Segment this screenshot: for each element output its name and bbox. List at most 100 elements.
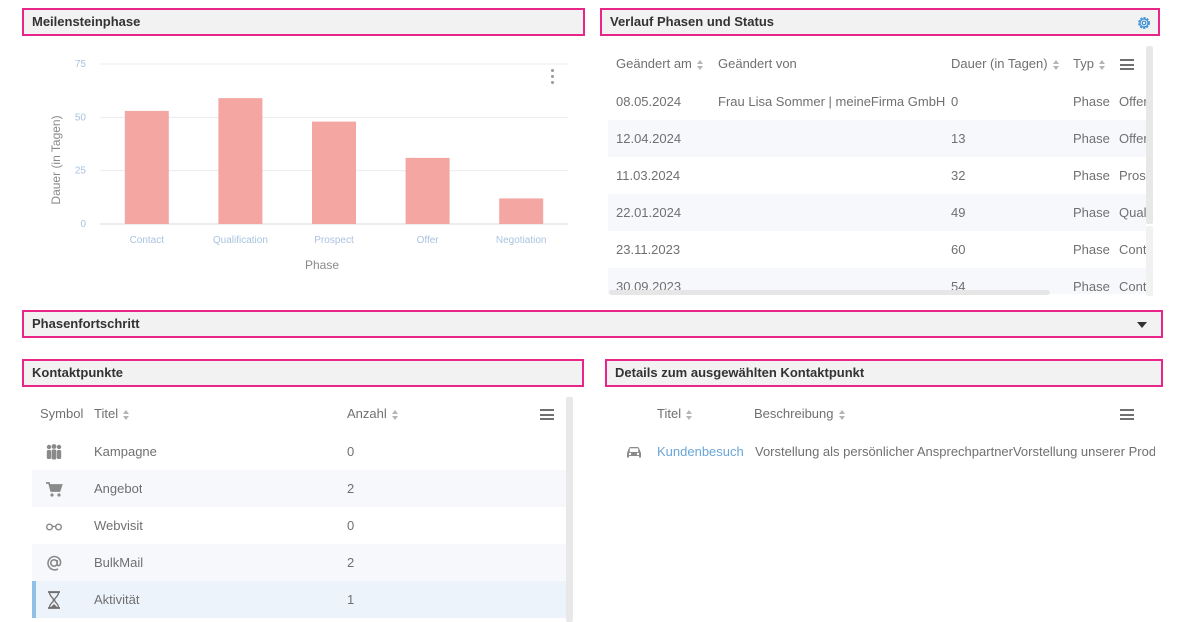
history-duration-cell: 49 (951, 205, 966, 220)
touchpoints-vertical-scrollbar[interactable] (566, 397, 573, 622)
column-header-symbol: Symbol (40, 406, 84, 421)
touchpoint-count-cell: 2 (347, 555, 355, 570)
details-panel-header: Details zum ausgewählten Kontaktpunkt (605, 359, 1163, 387)
history-duration-cell: 0 (951, 94, 959, 109)
history-vertical-scrollbar[interactable] (1146, 46, 1153, 224)
history-horizontal-scrollbar[interactable] (609, 290, 1050, 295)
milestone-panel-header: Meilensteinphase (22, 8, 585, 36)
history-duration-cell: 60 (951, 242, 966, 257)
bar-negotiation (499, 198, 544, 224)
progress-panel-title: Phasenfortschritt (32, 316, 140, 331)
bar-qualification (218, 98, 263, 224)
history-phase-cell: Contact (1119, 242, 1146, 257)
history-type-cell: Phase (1073, 279, 1110, 294)
history-phase-cell: Prospect (1119, 168, 1146, 183)
cart-icon (44, 479, 64, 499)
history-date-cell: 22.01.2024 (616, 205, 682, 220)
y-axis-label: Dauer (in Tagen) (49, 115, 63, 204)
people-icon (44, 442, 64, 462)
history-date-cell: 11.03.2024 (616, 168, 681, 183)
sort-icon[interactable] (391, 409, 400, 420)
column-header-title[interactable]: Titel (657, 404, 694, 424)
history-row[interactable]: 12.04.2024 13 Phase Offer (608, 120, 1146, 157)
touchpoint-count-cell: 0 (347, 518, 355, 533)
y-tick-label: 75 (75, 59, 87, 70)
column-header-count[interactable]: Anzahl (347, 404, 400, 424)
x-tick-label: Prospect (314, 235, 354, 246)
history-date-cell: 23.11.2023 (616, 242, 681, 257)
touchpoint-count-cell: 0 (347, 444, 355, 459)
history-date-cell: 12.04.2024 (616, 131, 682, 146)
touchpoint-row[interactable]: Aktivität 1 (32, 581, 566, 618)
x-tick-label: Contact (130, 235, 165, 246)
history-row[interactable]: 08.05.2024 Frau Lisa Sommer | meineFirma … (608, 83, 1146, 120)
sort-icon[interactable] (838, 409, 847, 420)
sort-icon[interactable] (1098, 59, 1107, 70)
column-header-changed-by[interactable]: Geändert von (718, 54, 797, 74)
history-type-cell: Phase (1073, 94, 1110, 109)
history-duration-cell: 32 (951, 168, 966, 183)
touchpoint-title-cell: BulkMail (94, 555, 144, 570)
bar-contact (124, 110, 169, 224)
touchpoint-row[interactable]: Angebot 2 (32, 470, 566, 507)
detail-row[interactable]: Kundenbesuch Vorstellung als persönlicher… (612, 433, 1155, 470)
history-phase-cell: Offer (1119, 131, 1146, 146)
gear-icon[interactable] (1136, 15, 1152, 31)
history-row[interactable]: 11.03.2024 32 Phase Prospect (608, 157, 1146, 194)
history-changed-by-cell: Frau Lisa Sommer | meineFirma GmbH (718, 94, 946, 109)
touchpoint-title-cell: Kampagne (94, 444, 157, 459)
chevron-down-icon[interactable] (1137, 322, 1147, 328)
touchpoints-table: Symbol Titel Anzahl Kampagne 0 Angebot 2 Web… (32, 396, 566, 622)
details-table-header: Titel Beschreibung (612, 396, 1155, 433)
history-table-header: Geändert am Geändert von Dauer (in Tagen… (608, 48, 1146, 84)
chart-menu-icon[interactable] (549, 69, 557, 87)
column-menu-icon[interactable] (540, 409, 554, 420)
y-tick-label: 0 (80, 219, 86, 230)
touchpoint-title-cell: Aktivität (94, 592, 140, 607)
history-panel-title: Verlauf Phasen und Status (610, 14, 774, 29)
x-tick-label: Qualification (213, 235, 268, 246)
glasses-icon (44, 516, 64, 536)
history-table: Geändert am Geändert von Dauer (in Tagen… (608, 48, 1146, 294)
history-row[interactable]: 22.01.2024 49 Phase Qualification (608, 194, 1146, 231)
touchpoint-row[interactable]: Kampagne 0 (32, 433, 566, 470)
history-date-cell: 08.05.2024 (616, 94, 682, 109)
history-row[interactable]: 23.11.2023 60 Phase Contact (608, 231, 1146, 268)
touchpoint-row[interactable]: BulkMail 2 (32, 544, 566, 581)
touchpoint-row[interactable]: Webvisit 0 (32, 507, 566, 544)
touchpoints-table-header: Symbol Titel Anzahl (32, 396, 566, 433)
sort-icon[interactable] (123, 409, 131, 420)
history-type-cell: Phase (1073, 131, 1110, 146)
x-tick-label: Negotiation (496, 235, 547, 246)
column-header-date[interactable]: Geändert am (616, 54, 705, 74)
sort-icon[interactable] (696, 59, 705, 70)
column-header-title[interactable]: Titel (94, 404, 131, 424)
history-phase-cell: Contact (1119, 279, 1146, 294)
details-table: Titel Beschreibung Kundenbesuch Vorstellu… (612, 396, 1155, 622)
history-type-cell: Phase (1073, 205, 1110, 220)
selection-indicator (32, 581, 36, 618)
history-table-body: 08.05.2024 Frau Lisa Sommer | meineFirma … (608, 83, 1146, 294)
column-menu-icon[interactable] (1120, 409, 1134, 420)
touchpoints-panel-title: Kontaktpunkte (32, 365, 123, 380)
progress-panel-header[interactable]: Phasenfortschritt (22, 310, 1163, 338)
bar-prospect (312, 121, 356, 224)
at-icon (44, 553, 64, 573)
column-header-type[interactable]: Typ (1073, 54, 1107, 74)
history-type-cell: Phase (1073, 168, 1110, 183)
history-type-cell: Phase (1073, 242, 1110, 257)
column-menu-icon[interactable] (1120, 59, 1134, 70)
y-tick-label: 25 (75, 166, 87, 177)
details-panel-title: Details zum ausgewählten Kontaktpunkt (615, 365, 865, 380)
milestone-panel-title: Meilensteinphase (32, 14, 141, 29)
touchpoint-count-cell: 2 (347, 481, 355, 496)
milestone-bar-chart: 0 25 50 75 Contact Qualification Prospect Offer… (49, 59, 568, 272)
sort-icon[interactable] (686, 409, 694, 420)
detail-description-cell: Vorstellung als persönlicher Ansprechpar… (755, 444, 1155, 459)
column-header-description[interactable]: Beschreibung (754, 404, 847, 424)
details-table-body: Kundenbesuch Vorstellung als persönlicher… (612, 433, 1155, 622)
sort-icon[interactable] (1052, 59, 1061, 70)
detail-title-link[interactable]: Kundenbesuch (657, 433, 744, 470)
column-header-duration[interactable]: Dauer (in Tagen) (951, 54, 1061, 74)
history-panel-header: Verlauf Phasen und Status (600, 8, 1160, 36)
